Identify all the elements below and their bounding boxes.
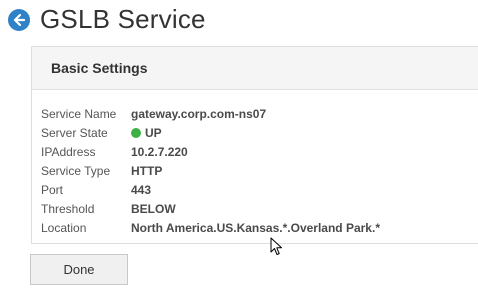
ip-address-label: IPAddress bbox=[41, 144, 96, 159]
gslb-service-page: GSLB Service Basic Settings Service Name… bbox=[0, 0, 478, 294]
done-button[interactable]: Done bbox=[30, 254, 128, 285]
row-ip-address: IPAddress 10.2.7.220 bbox=[41, 142, 380, 161]
port-label: Port bbox=[41, 182, 64, 197]
server-state-label: Server State bbox=[41, 125, 108, 140]
status-up-icon bbox=[131, 127, 141, 138]
location-label: Location bbox=[41, 220, 87, 235]
port-value: 443 bbox=[131, 182, 152, 197]
threshold-value: BELOW bbox=[131, 201, 176, 216]
page-title: GSLB Service bbox=[40, 4, 206, 34]
row-server-state: Server State UP bbox=[41, 123, 380, 142]
location-value: North America.US.Kansas.*.Overland Park.… bbox=[131, 220, 380, 235]
service-type-value: HTTP bbox=[131, 163, 163, 178]
basic-settings-panel: Basic Settings Service Name gateway.corp… bbox=[31, 46, 478, 244]
threshold-label: Threshold bbox=[41, 201, 95, 216]
row-service-type: Service Type HTTP bbox=[41, 161, 380, 180]
service-type-label: Service Type bbox=[41, 163, 111, 178]
server-state-value: UP bbox=[131, 126, 162, 140]
server-state-text: UP bbox=[145, 125, 162, 140]
back-button[interactable] bbox=[8, 9, 30, 31]
settings-list: Service Name gateway.corp.com-ns07 Serve… bbox=[41, 104, 380, 237]
service-name-value: gateway.corp.com-ns07 bbox=[131, 106, 267, 121]
ip-address-value: 10.2.7.220 bbox=[131, 144, 188, 159]
row-port: Port 443 bbox=[41, 180, 380, 199]
panel-header: Basic Settings bbox=[32, 47, 478, 90]
mouse-cursor-icon bbox=[270, 237, 282, 255]
back-arrow-icon bbox=[13, 13, 26, 27]
row-service-name: Service Name gateway.corp.com-ns07 bbox=[41, 104, 380, 123]
row-threshold: Threshold BELOW bbox=[41, 199, 380, 218]
row-location: Location North America.US.Kansas.*.Overl… bbox=[41, 218, 380, 237]
service-name-label: Service Name bbox=[41, 106, 117, 121]
